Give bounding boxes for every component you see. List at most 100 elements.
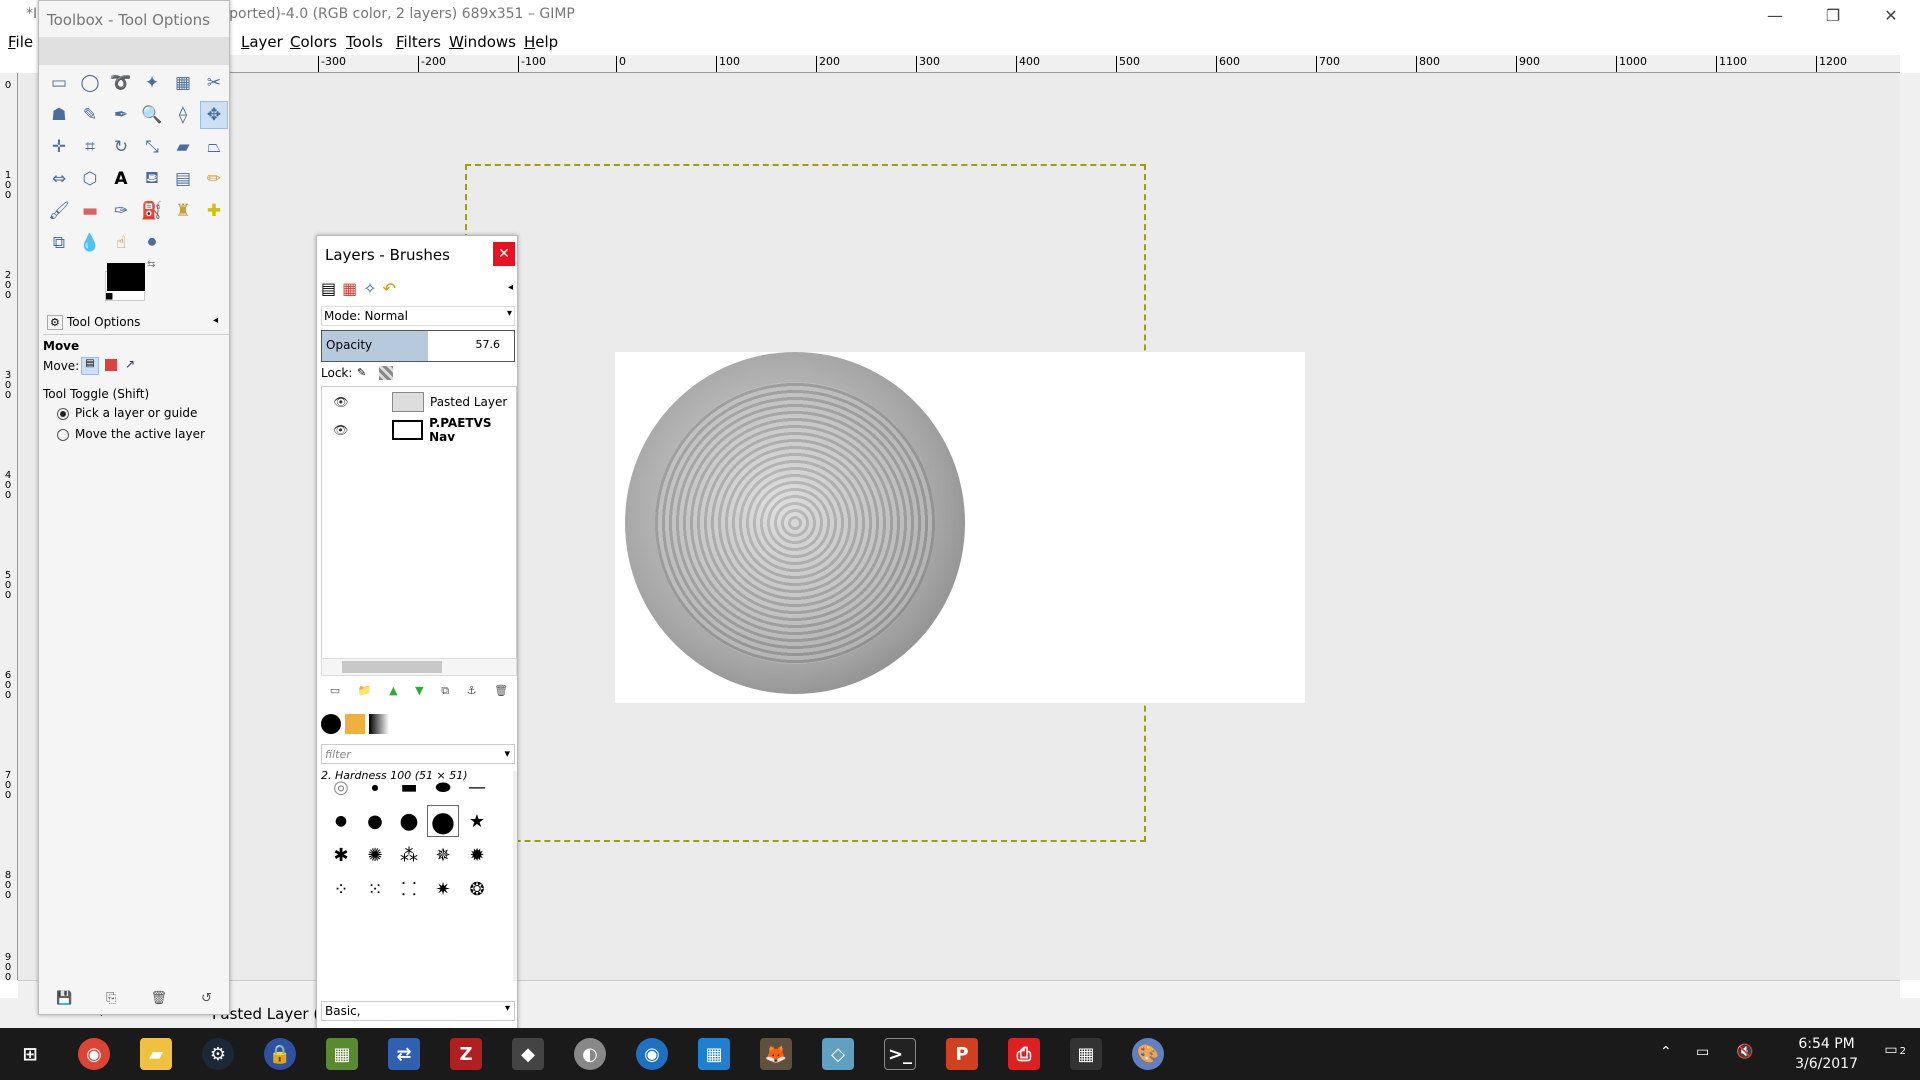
rect-select-icon[interactable]: ▭ xyxy=(45,69,73,97)
brush-item[interactable]: ⁘ xyxy=(325,873,357,905)
opacity-slider[interactable]: Opacity 57.6 xyxy=(321,330,515,362)
brush-item[interactable]: ● xyxy=(359,805,391,837)
tray-chevron-icon[interactable]: ⌃ xyxy=(1660,1044,1672,1060)
brush-item[interactable]: ● xyxy=(359,771,391,803)
ellipse-select-icon[interactable]: ◯ xyxy=(76,69,104,97)
menu-layer[interactable]: Layer xyxy=(241,33,283,51)
anchor-layer-icon[interactable]: ⚓ xyxy=(467,684,477,704)
brush-item[interactable]: ⬬ xyxy=(427,771,459,803)
menu-help[interactable]: Help xyxy=(524,33,558,51)
paintbrush-icon[interactable]: 🖌 xyxy=(45,197,73,225)
eye-icon[interactable]: 👁 xyxy=(330,395,352,409)
file-explorer-icon[interactable]: ▰ xyxy=(140,1038,172,1070)
filezilla-icon[interactable]: Z xyxy=(450,1038,482,1070)
measure-icon[interactable]: ⟠ xyxy=(169,101,197,129)
brush-item[interactable]: ▬ xyxy=(393,771,425,803)
restore-icon[interactable]: ❐ xyxy=(1804,0,1862,30)
app-icon[interactable]: ◐ xyxy=(574,1038,606,1070)
ink-icon[interactable]: ⛽ xyxy=(138,197,166,225)
move-selection-icon[interactable] xyxy=(105,359,117,371)
brush-item-selected[interactable]: ● xyxy=(427,805,459,838)
color-picker-icon[interactable]: ✒ xyxy=(107,101,135,129)
taskbar-clock[interactable]: 6:54 PM 3/6/2017 xyxy=(1795,1034,1858,1074)
dodge-burn-icon[interactable]: ⚫ xyxy=(138,229,166,257)
pdf-icon[interactable]: ⎙ xyxy=(1008,1038,1040,1070)
mode-select[interactable]: Mode: Normal ▾ xyxy=(321,306,515,326)
delete-layer-icon[interactable]: 🗑 xyxy=(494,684,508,704)
layers-hscroll[interactable] xyxy=(321,658,517,676)
brush-item[interactable]: ◎ xyxy=(325,771,357,803)
menu-tools[interactable]: Tools xyxy=(346,33,383,51)
calculator-icon[interactable]: ▦ xyxy=(1070,1038,1102,1070)
move-tool-icon[interactable]: ✥ xyxy=(200,101,228,129)
foreground-color-swatch[interactable] xyxy=(107,263,145,291)
reset-options-icon[interactable]: ↺ xyxy=(201,991,212,1006)
keepass-icon[interactable]: 🔒 xyxy=(264,1038,296,1070)
brush-item[interactable]: ✺ xyxy=(359,839,391,871)
notification-icon[interactable]: ▭ 2 xyxy=(1884,1042,1906,1058)
radio-button[interactable] xyxy=(57,407,69,420)
new-layer-icon[interactable]: ▭ xyxy=(330,684,340,704)
volume-icon[interactable]: 🔇 xyxy=(1736,1044,1753,1060)
undo-tab-icon[interactable]: ↶ xyxy=(383,279,396,298)
restore-options-icon[interactable]: ⎘ xyxy=(106,991,116,1006)
raise-layer-icon[interactable]: ▲ xyxy=(389,684,397,704)
powerpoint-icon[interactable]: P xyxy=(946,1038,978,1070)
perspective-clone-icon[interactable]: ⧉ xyxy=(45,229,73,257)
tab-menu-icon[interactable]: ◂ xyxy=(213,315,218,326)
paths-tab-icon[interactable]: ✧ xyxy=(363,279,376,298)
battery-icon[interactable]: ▭ xyxy=(1696,1044,1709,1060)
menu-file[interactable]: File xyxy=(8,33,33,51)
app-icon[interactable]: ◆ xyxy=(512,1038,544,1070)
move-layer-icon[interactable]: ▤ xyxy=(81,357,99,375)
brush-item[interactable]: ✵ xyxy=(427,839,459,871)
scissors-icon[interactable]: ✂ xyxy=(200,69,228,97)
lower-layer-icon[interactable]: ▼ xyxy=(415,684,423,704)
foreground-select-icon[interactable]: ☗ xyxy=(45,101,73,129)
move-path-icon[interactable]: ↗ xyxy=(125,357,135,371)
gradient-icon[interactable]: ▤ xyxy=(169,165,197,193)
paths-icon[interactable]: ✎ xyxy=(76,101,104,129)
brush-item[interactable]: ● xyxy=(393,805,425,837)
horizontal-scrollbar[interactable] xyxy=(18,980,1900,998)
brush-item[interactable]: ✷ xyxy=(427,873,459,905)
menu-colors[interactable]: Colors xyxy=(290,33,337,51)
menu-filters[interactable]: Filters xyxy=(396,33,441,51)
brush-item[interactable]: ✱ xyxy=(325,839,357,871)
gradients-tab-icon[interactable] xyxy=(369,714,389,734)
scale-icon[interactable]: ⤡ xyxy=(138,133,166,161)
paint-icon[interactable]: 🎨 xyxy=(1132,1038,1164,1070)
new-group-icon[interactable]: 📁 xyxy=(358,684,372,704)
layers-tab-icon[interactable]: ▤ xyxy=(321,279,336,298)
clone-icon[interactable]: ♜ xyxy=(169,197,197,225)
swap-colors-icon[interactable]: ⇆ xyxy=(147,259,155,270)
brush-item[interactable]: ⸬ xyxy=(393,873,425,905)
brush-item[interactable]: ● xyxy=(325,805,357,837)
brushes-tab-icon[interactable] xyxy=(321,714,341,734)
terminal-icon[interactable]: >_ xyxy=(884,1038,916,1070)
radio-pick-layer[interactable]: Pick a layer or guide xyxy=(57,406,197,420)
blur-icon[interactable]: 💧 xyxy=(76,229,104,257)
close-icon[interactable]: ✕ xyxy=(1862,0,1920,30)
pencil-icon[interactable]: ✏ xyxy=(200,165,228,193)
rotate-icon[interactable]: ↻ xyxy=(107,133,135,161)
menu-windows[interactable]: Windows xyxy=(449,33,516,51)
color-select-icon[interactable]: ▦ xyxy=(169,69,197,97)
chrome-icon[interactable]: ◉ xyxy=(78,1038,110,1070)
smudge-icon[interactable]: ☝ xyxy=(107,229,135,257)
vertical-ruler[interactable]: 0 1 0 0 2 0 0 3 0 0 4 0 0 5 0 0 6 0 0 7 … xyxy=(0,73,18,980)
minimize-icon[interactable]: — xyxy=(1746,0,1804,30)
network-icon[interactable]: ⇄ xyxy=(388,1038,420,1070)
app-icon[interactable]: ◉ xyxy=(636,1038,668,1070)
channels-tab-icon[interactable]: ▦ xyxy=(342,279,357,298)
brush-item[interactable]: ★ xyxy=(461,805,493,837)
horizontal-ruler[interactable]: -300 -200 -100 0 100 200 300 400 500 600… xyxy=(228,55,1900,73)
brush-filter-input[interactable]: filter ▾ xyxy=(321,744,515,764)
delete-options-icon[interactable]: 🗑 xyxy=(151,991,168,1006)
app-icon[interactable]: ▦ xyxy=(698,1038,730,1070)
dock-menu-icon[interactable]: ◂ xyxy=(508,282,513,293)
heal-icon[interactable]: ✚ xyxy=(200,197,228,225)
align-icon[interactable]: ✛ xyxy=(45,133,73,161)
zoom-icon[interactable]: 🔍 xyxy=(138,101,166,129)
eraser-icon[interactable]: ▬ xyxy=(76,197,104,225)
